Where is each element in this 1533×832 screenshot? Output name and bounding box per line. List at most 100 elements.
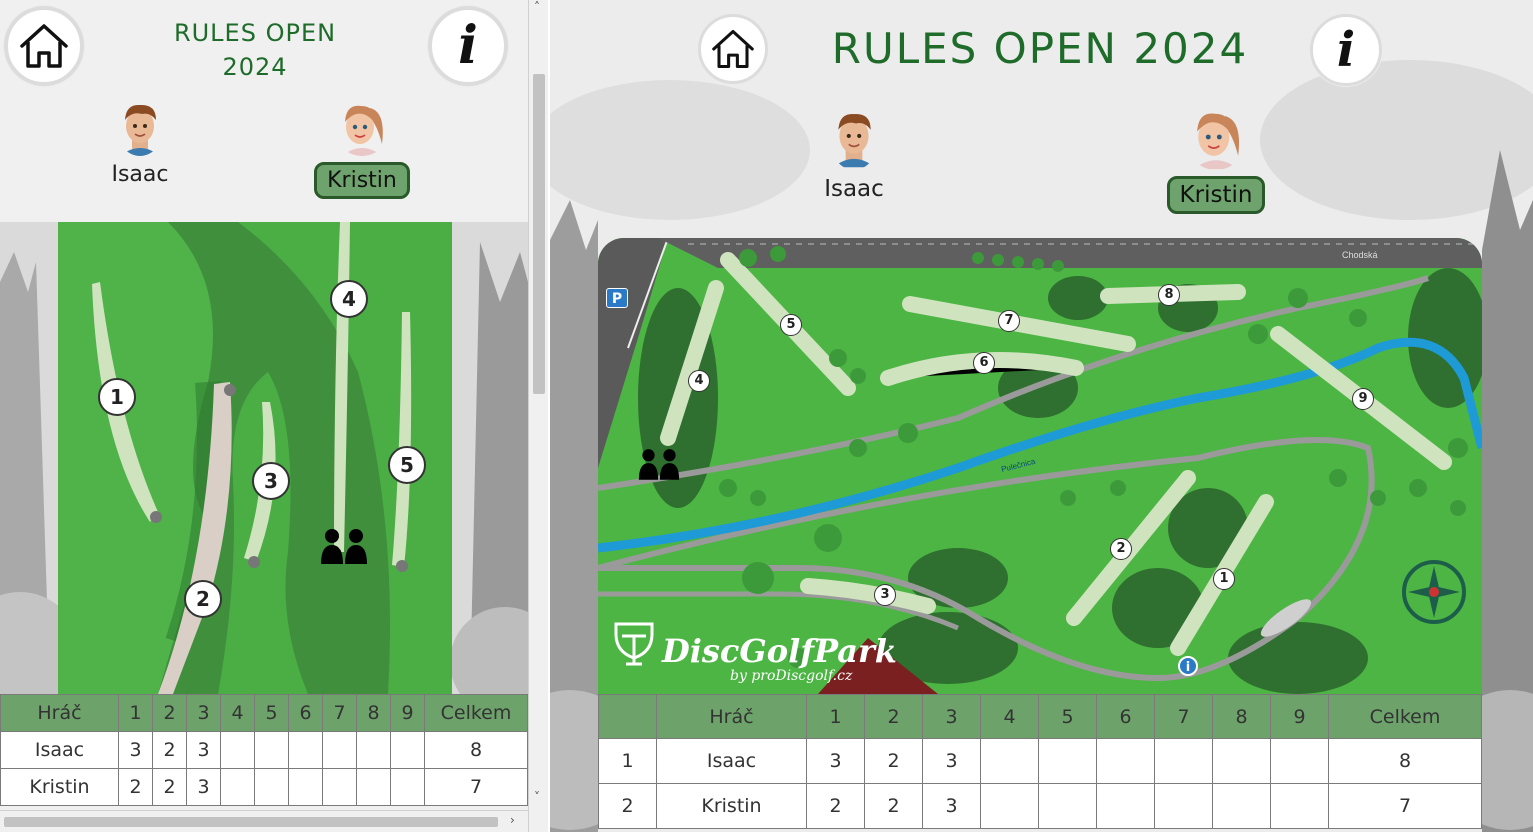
score-cell[interactable]	[322, 768, 357, 806]
hole-marker-5[interactable]: 5	[388, 446, 426, 484]
player-kristin[interactable]: Kristin	[1160, 104, 1272, 214]
scrollbar-thumb[interactable]	[533, 74, 545, 394]
header-hole: 3	[186, 694, 221, 732]
home-button[interactable]	[698, 14, 768, 84]
course-map[interactable]: 1 2 3 4 5	[0, 222, 528, 694]
score-cell[interactable]	[1038, 783, 1097, 829]
hole-marker-4[interactable]: 4	[330, 280, 368, 318]
score-cell[interactable]	[1096, 738, 1155, 784]
hole-marker-6[interactable]: 6	[973, 352, 995, 374]
chevron-down-icon[interactable]: ˅	[534, 790, 540, 804]
header-total: Celkem	[1328, 694, 1482, 739]
score-cell[interactable]: 2	[118, 768, 153, 806]
header-hole: 4	[980, 694, 1039, 739]
score-cell[interactable]: 2	[864, 738, 923, 784]
player-name: Isaac	[824, 176, 884, 202]
score-cell[interactable]: 2	[152, 731, 187, 769]
hole-marker-2[interactable]: 2	[1110, 538, 1132, 560]
course-area: DiscGolfPark by proDiscgolf.cz Chodská P…	[598, 238, 1482, 694]
header-hole: 5	[254, 694, 289, 732]
score-cell[interactable]	[390, 768, 425, 806]
chevron-right-icon[interactable]: ›	[510, 813, 515, 827]
scoreboard-header: Hráč 1 2 3 4 5 6 7 8 9 Celkem	[0, 694, 528, 732]
parking-icon: P	[606, 288, 628, 308]
score-cell[interactable]	[356, 731, 391, 769]
players-position-icon	[321, 529, 367, 564]
player-isaac[interactable]: Isaac	[812, 104, 896, 202]
player-cell: Kristin	[0, 768, 119, 806]
score-cell[interactable]	[1096, 783, 1155, 829]
header-hole: 2	[864, 694, 923, 739]
score-cell[interactable]	[288, 731, 323, 769]
hole-marker-5[interactable]: 5	[780, 314, 802, 336]
scoreboard-table: Hráč 1 2 3 4 5 6 7 8 9 Celkem Isaac 3 2 …	[0, 694, 528, 806]
score-cell[interactable]	[1154, 783, 1213, 829]
score-cell[interactable]	[254, 731, 289, 769]
hole-marker-2[interactable]: 2	[184, 580, 222, 618]
home-icon	[712, 29, 754, 69]
header-hole: 5	[1038, 694, 1097, 739]
mobile-view: RULES OPEN 2024 i Isaac Kristin 1 2 3 4 …	[0, 0, 528, 832]
home-button[interactable]	[4, 6, 84, 86]
hole-marker-3[interactable]: 3	[252, 462, 290, 500]
scoreboard-header: Hráč 1 2 3 4 5 6 7 8 9 Celkem	[598, 694, 1482, 739]
score-cell[interactable]	[1212, 783, 1271, 829]
hole-marker-4[interactable]: 4	[688, 370, 710, 392]
score-cell[interactable]: 2	[864, 783, 923, 829]
hole-marker-3[interactable]: 3	[874, 584, 896, 606]
avatar	[116, 98, 164, 156]
score-cell[interactable]: 3	[186, 768, 221, 806]
score-cell[interactable]: 3	[922, 783, 981, 829]
chevron-up-icon[interactable]: ˄	[534, 0, 540, 14]
horizontal-scrollbar[interactable]: ›	[0, 810, 528, 832]
score-cell[interactable]	[980, 783, 1039, 829]
score-cell[interactable]	[390, 731, 425, 769]
score-cell[interactable]	[356, 768, 391, 806]
hole-marker-1[interactable]: 1	[98, 378, 136, 416]
header-hole: 8	[356, 694, 391, 732]
score-cell[interactable]	[1212, 738, 1271, 784]
player-kristin[interactable]: Kristin	[306, 98, 418, 199]
score-cell[interactable]: 3	[118, 731, 153, 769]
total-cell: 8	[424, 731, 528, 769]
score-cell[interactable]	[322, 731, 357, 769]
score-cell[interactable]	[220, 768, 255, 806]
course-area: 1 2 3 4 5	[58, 222, 452, 694]
info-button[interactable]: i	[1310, 14, 1382, 86]
score-cell[interactable]: 3	[186, 731, 221, 769]
score-cell[interactable]	[220, 731, 255, 769]
hole-marker-1[interactable]: 1	[1213, 568, 1235, 590]
header-hole: 7	[1154, 694, 1213, 739]
player-isaac[interactable]: Isaac	[98, 98, 182, 187]
home-icon	[20, 24, 68, 68]
score-cell[interactable]	[1038, 738, 1097, 784]
player-name: Isaac	[111, 162, 169, 187]
header-hole: 9	[390, 694, 425, 732]
hole-marker-8[interactable]: 8	[1158, 284, 1180, 306]
header-hole: 4	[220, 694, 255, 732]
table-row: Isaac 3 2 3 8	[0, 731, 528, 769]
score-cell[interactable]	[1154, 738, 1213, 784]
course-map[interactable]: DiscGolfPark by proDiscgolf.cz Chodská P…	[598, 238, 1482, 694]
score-cell[interactable]	[1270, 783, 1329, 829]
score-cell[interactable]	[980, 738, 1039, 784]
hole-marker-7[interactable]: 7	[998, 310, 1020, 332]
avatar	[829, 104, 879, 170]
info-marker-icon[interactable]: i	[1178, 656, 1198, 676]
info-icon: i	[458, 15, 478, 76]
players-position-icon	[638, 449, 680, 480]
score-cell[interactable]: 2	[806, 783, 865, 829]
score-cell[interactable]	[254, 768, 289, 806]
mobile-header: RULES OPEN 2024 i Isaac Kristin	[0, 0, 528, 220]
player-cell: Isaac	[656, 738, 807, 784]
player-cell: Isaac	[0, 731, 119, 769]
score-cell[interactable]: 3	[806, 738, 865, 784]
score-cell[interactable]: 2	[152, 768, 187, 806]
score-cell[interactable]	[1270, 738, 1329, 784]
hole-marker-9[interactable]: 9	[1352, 388, 1374, 410]
scrollbar-thumb[interactable]	[4, 817, 498, 827]
score-cell[interactable]	[288, 768, 323, 806]
score-cell[interactable]: 3	[922, 738, 981, 784]
vertical-scrollbar[interactable]: ˄ ˅	[528, 0, 548, 832]
info-button[interactable]: i	[428, 6, 508, 86]
